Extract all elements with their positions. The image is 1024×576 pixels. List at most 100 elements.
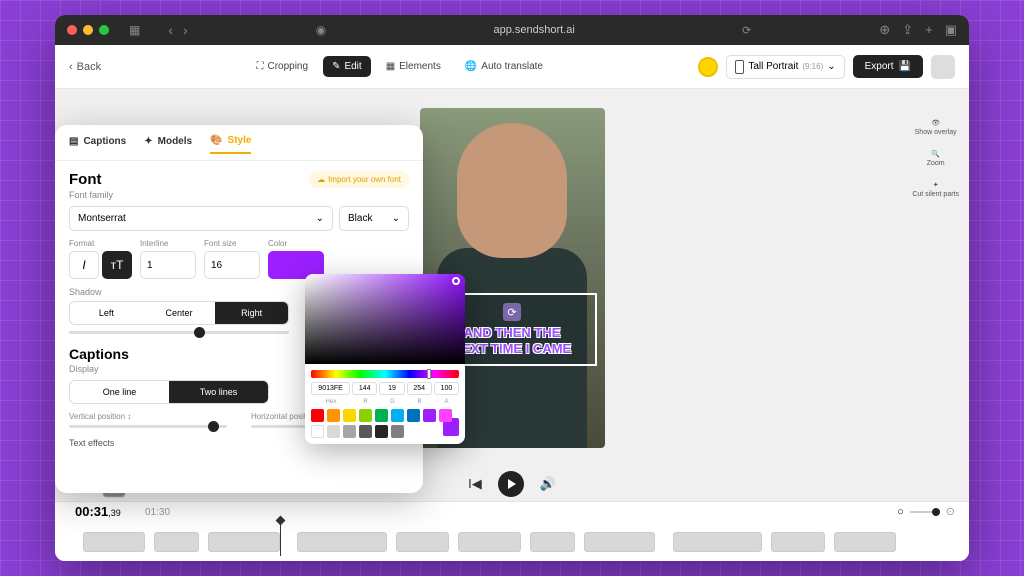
save-icon: 💾 bbox=[899, 61, 911, 72]
nav-back-icon[interactable]: ‹ bbox=[168, 22, 173, 38]
color-swatch[interactable] bbox=[311, 409, 324, 422]
color-swatch[interactable] bbox=[391, 409, 404, 422]
chevron-down-icon: ⌄ bbox=[827, 61, 835, 72]
download-icon[interactable]: ⊕ bbox=[879, 22, 890, 38]
display-one-line[interactable]: One line bbox=[70, 381, 169, 403]
hex-input[interactable]: 9013FE bbox=[311, 382, 350, 395]
color-swatch[interactable] bbox=[375, 425, 388, 438]
play-button[interactable] bbox=[498, 471, 524, 497]
text-size-button[interactable]: тT bbox=[102, 251, 132, 279]
italic-button[interactable]: I bbox=[69, 251, 99, 279]
close-window-button[interactable] bbox=[67, 25, 77, 35]
color-swatch[interactable] bbox=[375, 409, 388, 422]
tab-models[interactable]: ✦Models bbox=[144, 135, 192, 154]
playhead[interactable] bbox=[280, 520, 281, 556]
font-size-input[interactable] bbox=[204, 251, 260, 279]
back-button[interactable]: ‹ Back bbox=[69, 61, 101, 73]
shadow-align-segmented: Left Center Right bbox=[69, 301, 289, 325]
zoom-slider[interactable] bbox=[910, 511, 940, 513]
shadow-slider[interactable] bbox=[69, 331, 289, 334]
crop-icon: ⛶ bbox=[256, 61, 263, 72]
captions-icon: ▤ bbox=[69, 136, 78, 147]
user-avatar[interactable] bbox=[931, 55, 955, 79]
palette-icon: 🎨 bbox=[210, 135, 222, 146]
browser-window: ▦ ‹ › ◉ app.sendshort.ai ⟳ ⊕ ⇪ + ▣ ‹ Bac… bbox=[55, 15, 969, 561]
tabs-icon[interactable]: ▣ bbox=[945, 22, 957, 38]
sidebar-toggle-icon[interactable]: ▦ bbox=[129, 23, 140, 37]
color-swatch[interactable] bbox=[343, 409, 356, 422]
import-font-button[interactable]: ☁Import your own font bbox=[309, 171, 409, 188]
sparkle-icon: ✦ bbox=[933, 181, 939, 189]
color-swatch[interactable] bbox=[391, 425, 404, 438]
app-toolbar: ‹ Back ⛶Cropping ✎Edit ▦Elements 🌐Auto t… bbox=[55, 45, 969, 89]
eye-icon: 👁 bbox=[931, 119, 940, 127]
interline-input[interactable] bbox=[140, 251, 196, 279]
show-overlay-button[interactable]: 👁Show overlay bbox=[915, 119, 957, 136]
browser-chrome: ▦ ‹ › ◉ app.sendshort.ai ⟳ ⊕ ⇪ + ▣ bbox=[55, 15, 969, 45]
b-input[interactable]: 254 bbox=[407, 382, 432, 395]
skip-back-icon[interactable]: I◀ bbox=[468, 476, 482, 492]
color-swatch[interactable] bbox=[327, 425, 340, 438]
a-input[interactable]: 100 bbox=[434, 382, 459, 395]
color-swatch[interactable] bbox=[327, 409, 340, 422]
translate-icon: 🌐 bbox=[465, 61, 477, 72]
credits-icon[interactable] bbox=[698, 57, 718, 77]
color-swatches bbox=[305, 409, 465, 438]
color-swatch[interactable] bbox=[407, 409, 420, 422]
export-button[interactable]: Export 💾 bbox=[853, 55, 923, 78]
chevron-down-icon: ⌄ bbox=[316, 213, 324, 224]
portrait-icon bbox=[735, 60, 744, 74]
url-bar[interactable]: app.sendshort.ai bbox=[334, 24, 734, 36]
vertical-arrows-icon: ↕ bbox=[127, 412, 131, 421]
color-swatch[interactable] bbox=[311, 425, 324, 438]
zoom-icon: 🔍 bbox=[931, 150, 940, 158]
color-swatch[interactable] bbox=[359, 409, 372, 422]
vertical-position-slider[interactable] bbox=[69, 425, 227, 428]
zoom-button[interactable]: 🔍Zoom bbox=[927, 150, 945, 167]
g-input[interactable]: 19 bbox=[379, 382, 404, 395]
cloud-upload-icon: ☁ bbox=[317, 175, 325, 184]
color-swatch[interactable] bbox=[439, 409, 452, 422]
cropping-button[interactable]: ⛶Cropping bbox=[247, 56, 317, 77]
shadow-right[interactable]: Right bbox=[215, 302, 288, 324]
tab-style[interactable]: 🎨Style bbox=[210, 135, 251, 154]
font-family-label: Font family bbox=[69, 190, 409, 200]
shield-icon[interactable]: ◉ bbox=[316, 23, 326, 37]
display-segmented: One line Two lines bbox=[69, 380, 269, 404]
fit-icon[interactable]: ⊙ bbox=[946, 505, 955, 518]
auto-translate-button[interactable]: 🌐Auto translate bbox=[456, 56, 552, 77]
color-swatch[interactable] bbox=[343, 425, 356, 438]
font-weight-select[interactable]: Black⌄ bbox=[339, 206, 409, 231]
r-input[interactable]: 144 bbox=[352, 382, 377, 395]
saturation-brightness-area[interactable] bbox=[305, 274, 465, 364]
display-two-lines[interactable]: Two lines bbox=[169, 381, 268, 403]
elements-button[interactable]: ▦Elements bbox=[377, 56, 450, 77]
shadow-center[interactable]: Center bbox=[143, 302, 216, 324]
color-picker: 9013FE 144 19 254 100 Hex R G B A bbox=[305, 274, 465, 444]
maximize-window-button[interactable] bbox=[99, 25, 109, 35]
new-tab-icon[interactable]: + bbox=[925, 22, 933, 38]
hue-slider[interactable] bbox=[311, 370, 459, 378]
cut-silence-button[interactable]: ✦Cut silent parts bbox=[912, 181, 959, 198]
minimize-window-button[interactable] bbox=[83, 25, 93, 35]
tab-captions[interactable]: ▤Captions bbox=[69, 135, 126, 154]
chevron-left-icon: ‹ bbox=[69, 61, 73, 73]
edit-button[interactable]: ✎Edit bbox=[323, 56, 371, 77]
refresh-icon[interactable]: ⟳ bbox=[503, 303, 521, 321]
timeline-track[interactable] bbox=[65, 532, 959, 552]
share-icon[interactable]: ⇪ bbox=[902, 22, 913, 38]
grid-icon: ▦ bbox=[386, 61, 395, 72]
sparkle-icon: ✦ bbox=[144, 136, 152, 147]
nav-forward-icon[interactable]: › bbox=[183, 22, 188, 38]
traffic-lights bbox=[67, 25, 109, 35]
zoom-out-icon[interactable]: ○ bbox=[897, 506, 904, 518]
app-body: ⟳ AND THEN THE NEXT TIME I CAME 👁Show ov… bbox=[55, 89, 969, 561]
font-family-select[interactable]: Montserrat⌄ bbox=[69, 206, 333, 231]
color-swatch[interactable] bbox=[359, 425, 372, 438]
shadow-left[interactable]: Left bbox=[70, 302, 143, 324]
format-selector[interactable]: Tall Portrait (9:16) ⌄ bbox=[726, 55, 844, 79]
reload-icon[interactable]: ⟳ bbox=[742, 24, 751, 37]
color-swatch[interactable] bbox=[423, 409, 436, 422]
volume-icon[interactable]: 🔊 bbox=[540, 476, 556, 492]
pencil-icon: ✎ bbox=[332, 61, 340, 72]
